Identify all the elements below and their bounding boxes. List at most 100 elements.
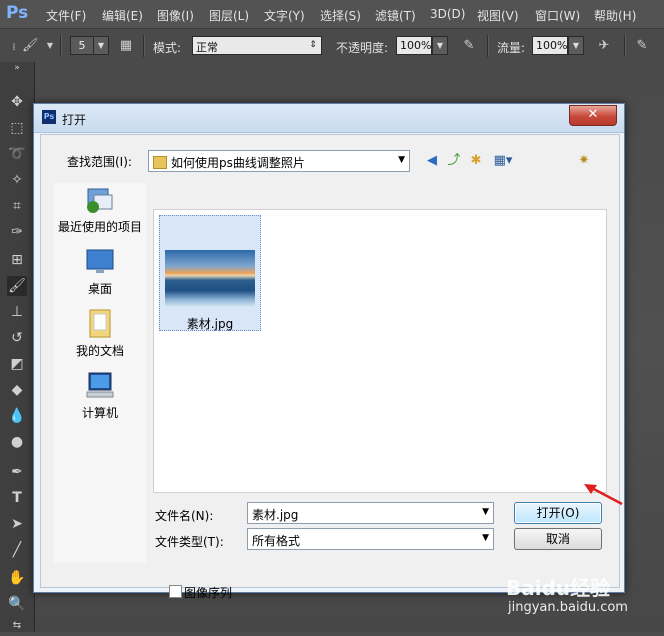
divider [143,35,145,57]
zoom-tool-icon[interactable]: 🔍 [7,594,27,614]
divider [624,35,626,57]
panel-collapse-icon[interactable]: » [7,62,27,74]
hand-tool-icon[interactable]: ✋ [7,568,27,588]
filetype-label: 文件类型(T): [155,535,224,549]
filetype-select[interactable]: 所有格式 ▼ [247,528,494,550]
chevron-down-icon: ▼ [482,507,489,517]
divider [60,35,62,57]
new-folder-icon[interactable]: ✱ [467,152,485,170]
documents-folder-icon [89,309,111,338]
image-sequence-checkbox[interactable] [169,585,182,598]
place-computer[interactable]: 计算机 [54,369,146,421]
image-thumbnail [165,250,255,308]
places-bar: 最近使用的项目 桌面 我的文档 计算机 [54,183,146,563]
place-recent[interactable]: 最近使用的项目 [54,183,146,235]
line-tool-icon[interactable]: ╱ [7,540,27,560]
pen-tool-icon[interactable]: ✒ [7,462,27,482]
filename-input[interactable]: 素材.jpg ▼ [247,502,494,524]
menu-help[interactable]: 帮助(H) [594,7,636,24]
eyedropper-tool-icon[interactable]: ✑ [7,222,27,242]
lasso-tool-icon[interactable]: ➰ [7,144,27,164]
opacity-field[interactable]: 100% [396,36,432,55]
dodge-tool-icon[interactable]: ● [7,432,27,452]
crop-tool-icon[interactable]: ⌗ [7,196,27,216]
menu-view[interactable]: 视图(V) [477,7,519,24]
menu-image[interactable]: 图像(I) [157,7,194,24]
chevron-down-icon: ▼ [398,155,405,165]
file-list[interactable]: 素材.jpg [153,209,607,493]
baidu-logo: Baidu经验 [506,576,611,600]
place-label: 最近使用的项目 [57,220,142,234]
cancel-button[interactable]: 取消 [514,528,602,550]
folder-icon [153,156,167,169]
brush-preset-icon[interactable]: 🖌 [22,38,39,54]
tools-panel: » ✥ ⬚ ➰ ✧ ⌗ ✑ ⊞ 🖌 ⊥ ↺ ◩ ◆ 💧 ● ✒ T ➤ ╱ ✋ … [0,62,35,632]
place-label: 我的文档 [75,344,124,358]
options-bar: ⁞ 🖌 ▼ 5 ▼ ▦ 模式: 正常 ⇕ 不透明度: 100% ▼ ✎ 流量: … [0,29,664,63]
clone-stamp-tool-icon[interactable]: ⊥ [7,302,27,322]
menu-filter[interactable]: 滤镜(T) [375,7,416,24]
chevron-down-icon: ▼ [482,533,489,543]
color-swatch-icon[interactable]: ⇆ [7,616,27,636]
photoshop-logo: Ps [6,3,29,23]
close-button[interactable]: ✕ [569,105,617,126]
type-tool-icon[interactable]: T [7,488,27,508]
brush-panel-icon[interactable]: ▦ [118,38,134,54]
eraser-tool-icon[interactable]: ◩ [7,354,27,374]
menu-layer[interactable]: 图层(L) [209,7,249,24]
paint-bucket-tool-icon[interactable]: ◆ [7,380,27,400]
move-tool-icon[interactable]: ✥ [7,92,27,112]
history-brush-tool-icon[interactable]: ↺ [7,328,27,348]
menu-select[interactable]: 选择(S) [320,7,361,24]
place-label: 计算机 [81,406,118,420]
place-documents[interactable]: 我的文档 [54,307,146,359]
brush-size-field[interactable]: 5 [70,36,94,55]
mode-select[interactable]: 正常 [192,36,322,55]
file-name: 素材.jpg [186,317,234,331]
watermark-url: jingyan.baidu.com [508,600,628,615]
blur-tool-icon[interactable]: 💧 [7,406,27,426]
computer-icon [86,372,114,398]
airbrush-icon[interactable]: ✈ [596,38,612,54]
healing-brush-tool-icon[interactable]: ⊞ [7,250,27,270]
lookin-label: 查找范围(I): [67,155,132,169]
up-folder-icon[interactable]: ⤴ [445,152,463,170]
annotation-arrow-icon [584,484,623,506]
menu-3d[interactable]: 3D(D) [430,7,465,21]
menu-bar: Ps 文件(F) 编辑(E) 图像(I) 图层(L) 文字(Y) 选择(S) 滤… [0,0,664,29]
magic-wand-tool-icon[interactable]: ✧ [7,170,27,190]
back-icon[interactable]: ◀ [423,152,441,170]
place-label: 桌面 [87,282,112,296]
menu-edit[interactable]: 编辑(E) [102,7,143,24]
open-dialog: Ps 打开 ✕ 查找范围(I): 如何使用ps曲线调整照片 ▼ ◀ ⤴ ✱ ▦▾… [33,103,625,600]
chevron-down-icon[interactable]: ▼ [42,38,58,54]
view-menu-icon[interactable]: ▦▾ [489,152,517,170]
marquee-tool-icon[interactable]: ⬚ [7,118,27,138]
lookin-value: 如何使用ps曲线调整照片 [171,156,305,170]
place-desktop[interactable]: 桌面 [54,245,146,297]
filetype-value: 所有格式 [252,534,301,548]
bridge-folder-icon[interactable]: ✷ [575,152,593,170]
dialog-body: 查找范围(I): 如何使用ps曲线调整照片 ▼ ◀ ⤴ ✱ ▦▾ ✷ 最近使用的… [40,134,620,600]
dialog-title: 打开 [62,113,87,127]
dialog-title-bar[interactable]: Ps 打开 ✕ [34,104,624,133]
recent-items-icon [87,188,113,213]
pressure-size-icon[interactable]: ✎ [634,38,650,54]
mode-label: 模式: [153,41,182,55]
flow-field[interactable]: 100% [532,36,568,55]
file-item[interactable]: 素材.jpg [159,215,261,331]
lookin-combo[interactable]: 如何使用ps曲线调整照片 ▼ [148,150,410,172]
flow-dropdown[interactable]: ▼ [568,36,584,55]
path-selection-tool-icon[interactable]: ➤ [7,514,27,534]
menu-file[interactable]: 文件(F) [46,7,86,24]
brush-size-dropdown[interactable]: ▼ [93,36,109,55]
brush-tool-icon[interactable]: 🖌 [7,276,27,296]
photoshop-icon: Ps [42,110,56,124]
image-sequence-label: 图像序列 [184,586,233,600]
desktop-icon [86,249,114,273]
opacity-label: 不透明度: [336,41,389,55]
menu-type[interactable]: 文字(Y) [264,7,305,24]
pressure-opacity-icon[interactable]: ✎ [461,38,477,54]
opacity-dropdown[interactable]: ▼ [432,36,448,55]
menu-window[interactable]: 窗口(W) [535,7,580,24]
